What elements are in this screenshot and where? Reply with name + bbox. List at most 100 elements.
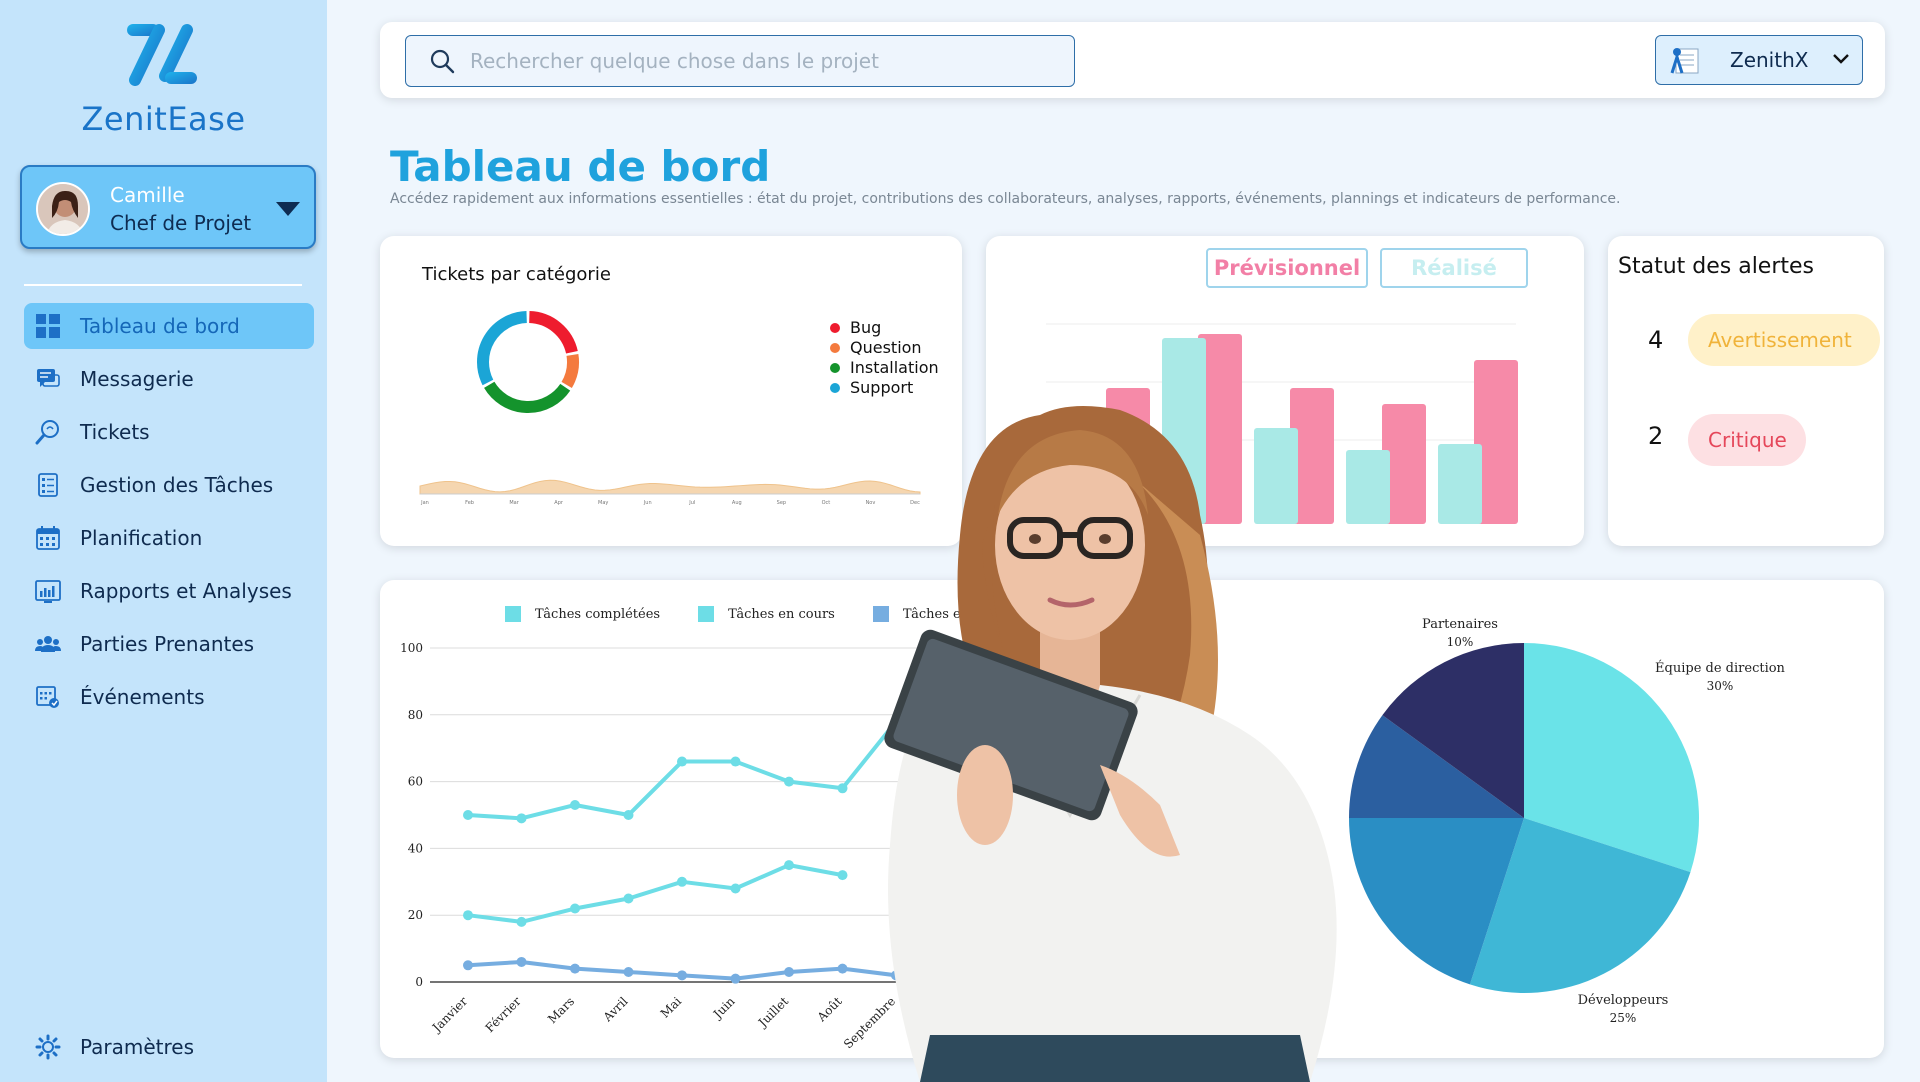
y-tick-label: 0	[415, 975, 423, 989]
legend-item-installation: Installation	[830, 358, 939, 377]
events-icon	[34, 683, 62, 711]
search-input[interactable]	[470, 49, 1030, 73]
sidebar-item-planning[interactable]: Planification	[24, 515, 314, 561]
user-name: Camille	[110, 183, 185, 207]
logo-icon	[127, 24, 197, 86]
data-point	[463, 910, 473, 921]
data-point	[677, 970, 687, 981]
search-box[interactable]	[405, 35, 1075, 87]
chevron-down-icon	[276, 202, 300, 216]
chat-icon	[34, 365, 62, 393]
sidebar-item-events[interactable]: Événements	[24, 674, 314, 720]
sidebar-item-label: Événements	[80, 685, 205, 709]
sidebar-item-label: Gestion des Tâches	[80, 473, 274, 497]
legend-label: Question	[850, 338, 922, 357]
person-with-tablet-image	[884, 406, 1337, 1082]
sidebar-item-label: Rapports et Analyses	[80, 579, 292, 603]
data-point	[516, 813, 527, 824]
sidebar: ZenitEase Camille Chef de Projet Tableau…	[0, 0, 327, 1082]
legend-item-bug: Bug	[830, 318, 881, 337]
sparkline-tick-label: May	[598, 500, 608, 506]
legend-swatch	[830, 362, 840, 373]
page-subtitle: Accédez rapidement aux informations esse…	[390, 191, 1621, 207]
pie-label: Équipe de direction	[1655, 660, 1786, 676]
warning-count: 4	[1648, 326, 1664, 354]
data-point	[570, 799, 580, 810]
data-point	[623, 810, 634, 820]
critical-count: 2	[1648, 422, 1664, 450]
data-point	[516, 916, 527, 927]
legend-label: Installation	[850, 358, 939, 377]
sparkline-tick-label: Jun	[643, 500, 652, 506]
page-title: Tableau de bord	[390, 142, 771, 191]
sidebar-item-dashboard[interactable]: Tableau de bord	[24, 303, 314, 349]
data-point	[463, 810, 473, 820]
y-tick-label: 60	[408, 775, 423, 789]
user-profile-dropdown[interactable]: Camille Chef de Projet	[20, 165, 316, 249]
sidebar-item-tasks[interactable]: Gestion des Tâches	[24, 462, 314, 508]
dashboard-icon	[34, 312, 62, 340]
sidebar-divider	[24, 284, 302, 286]
y-tick-label: 100	[400, 641, 423, 655]
legend-swatch	[830, 342, 840, 353]
y-tick-label: 40	[408, 841, 423, 855]
legend-swatch	[830, 382, 840, 393]
calendar-icon	[34, 524, 62, 552]
project-selector[interactable]: ZenithX	[1655, 35, 1863, 85]
chevron-down-icon	[1833, 54, 1849, 64]
donut-slice	[484, 381, 571, 413]
x-tick-label: Avril	[600, 994, 631, 1025]
data-point	[570, 963, 580, 974]
avatar	[36, 182, 90, 236]
data-point	[623, 966, 634, 977]
project-name: ZenithX	[1730, 48, 1809, 72]
card-title: Statut des alertes	[1618, 254, 1815, 279]
donut-slice	[561, 353, 579, 389]
x-tick-label: Juin	[709, 994, 738, 1023]
alerts-card: Statut des alertes 4 Avertissement 2 Cri…	[1608, 236, 1884, 546]
donut-slice	[528, 311, 578, 354]
search-icon	[430, 49, 455, 74]
ticket-search-icon	[34, 418, 62, 446]
y-tick-label: 20	[408, 908, 423, 922]
sparkline-tick-label: Jul	[688, 500, 695, 506]
warning-badge[interactable]: Avertissement	[1688, 314, 1880, 366]
x-tick-label: Février	[483, 994, 524, 1035]
sidebar-item-settings[interactable]: Paramètres	[24, 1024, 314, 1070]
user-role: Chef de Projet	[110, 211, 252, 235]
sparkline-tick-label: Feb	[465, 500, 474, 506]
sidebar-item-messaging[interactable]: Messagerie	[24, 356, 314, 402]
y-tick-label: 80	[408, 708, 423, 722]
sidebar-item-reports[interactable]: Rapports et Analyses	[24, 568, 314, 614]
project-icon	[1670, 48, 1699, 74]
sidebar-item-tickets[interactable]: Tickets	[24, 409, 314, 455]
sidebar-item-label: Messagerie	[80, 367, 194, 391]
sidebar-item-label: Tableau de bord	[80, 314, 240, 338]
data-point	[623, 893, 634, 904]
x-tick-label: Mai	[658, 994, 684, 1020]
legend-item-question: Question	[830, 338, 922, 357]
data-point	[677, 876, 687, 887]
data-point	[730, 756, 741, 767]
legend-swatch	[830, 322, 840, 333]
sidebar-item-label: Paramètres	[80, 1035, 195, 1059]
critical-badge[interactable]: Critique	[1688, 414, 1806, 466]
data-point	[677, 756, 687, 767]
settings-icon	[34, 1033, 62, 1061]
people-icon	[34, 630, 62, 658]
sparkline-tick-label: Apr	[554, 500, 564, 506]
top-bar: ZenithX	[380, 22, 1885, 98]
data-point	[516, 956, 527, 967]
pie-label: Développeurs	[1578, 993, 1669, 1008]
data-point	[730, 973, 741, 984]
sidebar-item-label: Tickets	[80, 420, 150, 444]
report-icon	[34, 577, 62, 605]
sparkline-tick-label: Aug	[732, 500, 742, 506]
sidebar-item-stakeholders[interactable]: Parties Prenantes	[24, 621, 314, 667]
pie-value-label: 30%	[1707, 679, 1734, 693]
sparkline-tick-label: Mar	[509, 500, 519, 506]
app-name: ZenitEase	[81, 100, 246, 138]
pie-value-label: 25%	[1610, 1011, 1637, 1025]
data-point	[463, 960, 473, 971]
sidebar-item-label: Planification	[80, 526, 203, 550]
